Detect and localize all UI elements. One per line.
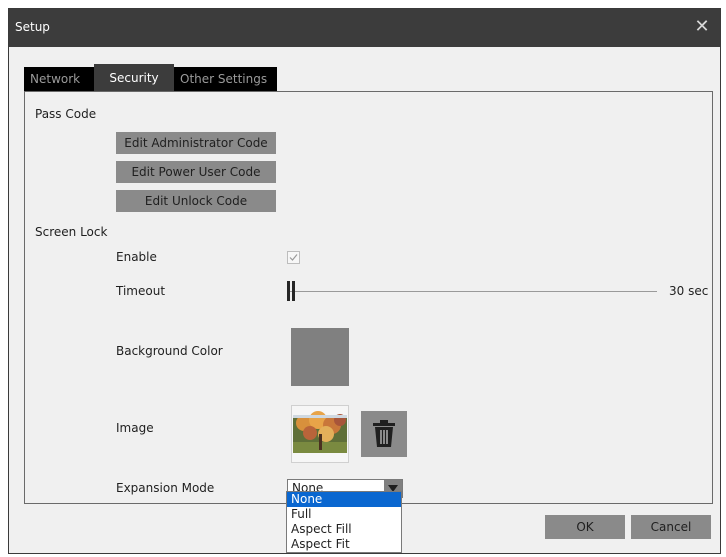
- cancel-button[interactable]: Cancel: [631, 515, 711, 539]
- pass-code-section-label: Pass Code: [35, 107, 97, 121]
- background-color-swatch[interactable]: [291, 328, 349, 386]
- edit-power-user-code-button[interactable]: Edit Power User Code: [116, 161, 276, 183]
- expansion-option-aspect-fit[interactable]: Aspect Fit: [287, 537, 401, 552]
- timeout-label: Timeout: [116, 284, 166, 298]
- enable-label: Enable: [116, 250, 157, 264]
- trash-icon: [373, 420, 395, 447]
- expansion-option-aspect-fill[interactable]: Aspect Fill: [287, 522, 401, 537]
- window-title: Setup: [15, 20, 50, 34]
- edit-unlock-code-button[interactable]: Edit Unlock Code: [116, 190, 276, 212]
- timeout-slider-track[interactable]: [287, 291, 657, 292]
- ok-button[interactable]: OK: [545, 515, 625, 539]
- expansion-option-full[interactable]: Full: [287, 507, 401, 522]
- tab-network[interactable]: Network: [24, 67, 94, 91]
- edit-administrator-code-button[interactable]: Edit Administrator Code: [116, 132, 276, 154]
- delete-image-button[interactable]: [361, 411, 407, 457]
- title-bar: Setup ✕: [9, 9, 720, 47]
- tab-security[interactable]: Security: [94, 64, 174, 91]
- image-label: Image: [116, 421, 154, 435]
- security-panel: Pass Code Edit Administrator Code Edit P…: [24, 91, 713, 504]
- expansion-mode-dropdown-list: None Full Aspect Fill Aspect Fit: [286, 491, 402, 553]
- timeout-slider-thumb[interactable]: [287, 281, 297, 301]
- checkmark-icon: [289, 254, 298, 261]
- setup-dialog: Setup ✕ Network Security Other Settings …: [8, 8, 721, 554]
- expansion-option-none[interactable]: None: [287, 492, 401, 507]
- autumn-tree-image: [292, 406, 348, 462]
- background-color-label: Background Color: [116, 344, 223, 358]
- timeout-value: 30 sec: [669, 284, 709, 298]
- screen-lock-image-thumbnail[interactable]: [291, 405, 349, 463]
- expansion-mode-label: Expansion Mode: [116, 481, 215, 495]
- screen-lock-section-label: Screen Lock: [35, 225, 108, 239]
- enable-checkbox[interactable]: [287, 251, 300, 264]
- close-icon[interactable]: ✕: [692, 17, 712, 37]
- tab-other-settings[interactable]: Other Settings: [174, 67, 277, 91]
